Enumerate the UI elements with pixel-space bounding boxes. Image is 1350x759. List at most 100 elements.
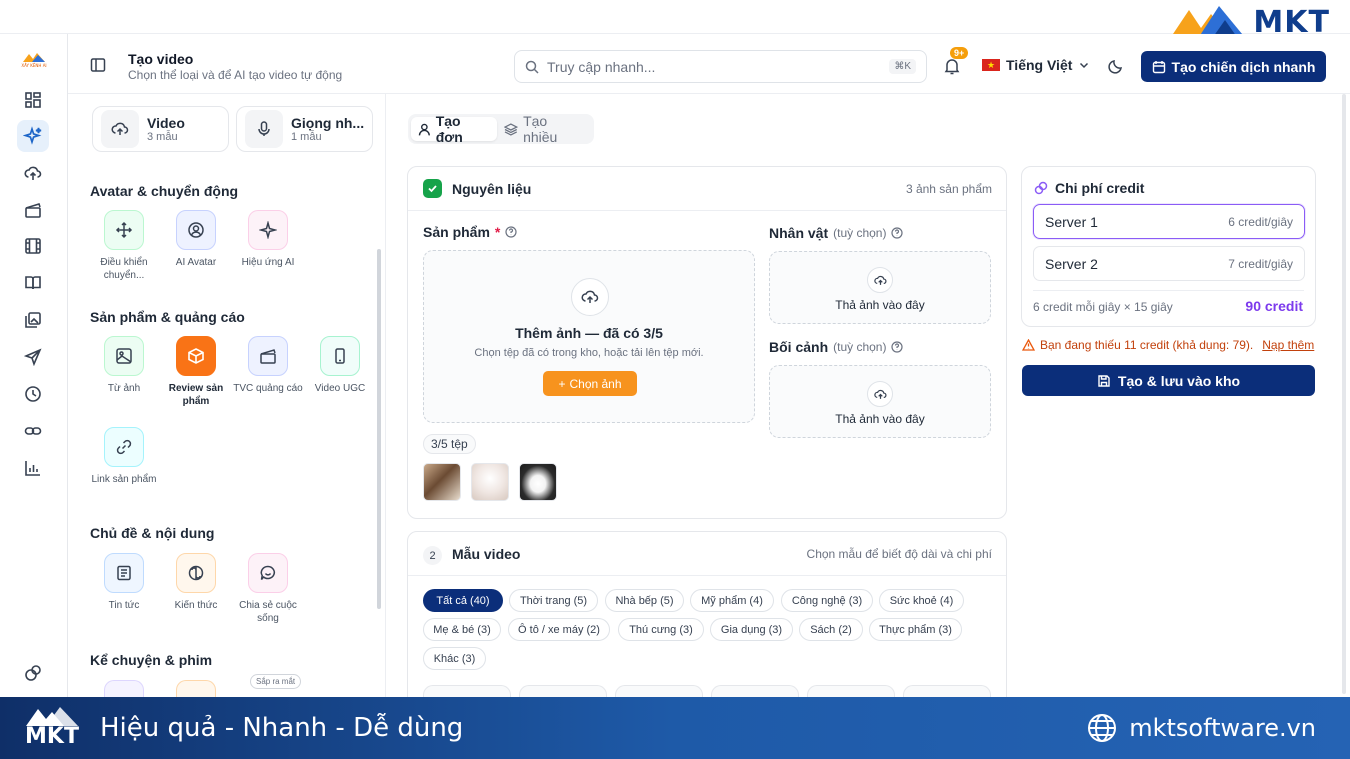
materials-title: Nguyên liệu [452,181,532,197]
filter-chip[interactable]: Công nghệ (3) [781,589,873,612]
filter-chip[interactable]: Gia dụng (3) [710,618,793,641]
tool-label: Tin tức [108,600,140,611]
dashboard-icon[interactable] [17,84,49,116]
rail-brand: XÂY KÊNH AI [14,52,54,72]
gallery-icon[interactable] [17,304,49,336]
clock-icon[interactable] [17,378,49,410]
tab-single[interactable]: Tạo đơn [411,113,498,145]
search-placeholder: Truy cập nhanh... [547,58,656,75]
left-scrollbar[interactable] [377,249,381,609]
tool-news[interactable]: Tin tức [89,553,159,612]
link-icon [1034,181,1048,195]
credit-warning: Bạn đang thiếu 11 credit (khả dụng: 79).… [1022,338,1314,352]
rail-brand-icon [23,53,45,62]
send-icon[interactable] [17,341,49,373]
sparkle-icon[interactable] [17,120,49,152]
chevron-down-icon [1080,62,1089,69]
product-label: Sản phẩm * [423,224,517,240]
tool-ai-effects[interactable]: Hiệu ứng AI [233,210,303,269]
step-number: 2 [423,546,442,565]
tool-tvc[interactable]: TVC quảng cáo [233,336,303,395]
product-thumbnail[interactable] [519,463,557,501]
tool-motion-control[interactable]: Điều khiển chuyển... [89,210,159,282]
help-icon [505,226,517,238]
tab-multiple[interactable]: Tạo nhiều [497,113,591,145]
sidebar-toggle-icon[interactable] [90,57,106,78]
create-save-button[interactable]: Tạo & lưu vào kho [1022,365,1315,396]
tool-product-review[interactable]: Review sản phẩm [161,336,231,408]
sparkle-icon [248,210,288,250]
support-icon[interactable] [17,657,49,689]
tool-from-image[interactable]: Từ ảnh [89,336,159,395]
tool-ai-avatar[interactable]: AI Avatar [161,210,231,269]
dropzone-title: Thêm ảnh — đã có 3/5 [515,325,663,341]
upload-cloud-icon[interactable] [17,157,49,189]
background-dropzone[interactable]: Thả ảnh vào đây [769,365,991,438]
icon-rail: XÂY KÊNH AI [0,34,68,697]
tool-knowledge[interactable]: Kiến thức [161,553,231,612]
file-count-badge: 3/5 tệp [423,434,476,454]
clapper-icon[interactable] [17,194,49,226]
filter-chip[interactable]: Thời trang (5) [509,589,598,612]
filter-chip[interactable]: Mỹ phẩm (4) [690,589,774,612]
character-dropzone[interactable]: Thả ảnh vào đây [769,251,991,324]
templates-header: 2 Mẫu video Chọn mẫu để biết độ dài và c… [408,532,1006,576]
tool-product-link[interactable]: Link sản phẩm [89,427,159,486]
tool-label: Chia sẻ cuộc sống [239,600,297,624]
materials-card: Nguyên liệu 3 ảnh sản phẩm Sản phẩm * Th… [407,166,1007,519]
moon-icon[interactable] [1108,58,1124,79]
topup-link[interactable]: Nạp thêm [1262,338,1314,352]
server-option-1[interactable]: Server 1 6 credit/giây [1033,204,1305,239]
section-title: Chủ đề & nội dung [90,525,215,541]
filter-chip[interactable]: Tất cả (40) [423,589,503,612]
footer-website: mktsoftware.vn [1087,713,1316,743]
choose-image-button[interactable]: + Chọn ảnh [543,371,637,396]
server-price: 7 credit/giây [1228,256,1293,271]
filter-chip[interactable]: Thực phẩm (3) [869,618,962,641]
film-icon[interactable] [17,230,49,262]
tab-label: Tạo nhiều [523,113,558,145]
filter-chip[interactable]: Sách (2) [799,618,863,641]
story-tool-partial[interactable] [104,680,144,697]
footer-website-text: mktsoftware.vn [1129,714,1316,742]
category-card-voice[interactable]: Giọng nh... 1 mẫu [236,106,373,152]
tool-label: AI Avatar [175,257,217,268]
server-price: 6 credit/giây [1228,214,1293,229]
tool-ugc[interactable]: Video UGC [305,336,375,395]
optional-note: (tuỳ chọn) [833,226,887,240]
vietnam-flag-icon: ★ [982,59,1000,71]
calendar-icon [1152,60,1165,73]
filter-chip[interactable]: Sức khoẻ (4) [879,589,964,612]
story-tool-partial[interactable] [176,680,216,697]
main-scrollbar[interactable] [1342,94,1346,694]
clapper-icon [248,336,288,376]
product-dropzone[interactable]: Thêm ảnh — đã có 3/5 Chọn tệp đã có tron… [423,250,755,423]
footer-logo: MKT [24,705,80,748]
server-option-2[interactable]: Server 2 7 credit/giây [1033,246,1305,281]
link-icon[interactable] [17,415,49,447]
filter-chip[interactable]: Khác (3) [423,647,486,670]
language-select[interactable]: ★ Tiếng Việt [982,57,1090,73]
rail-brand-text: XÂY KÊNH AI [21,63,47,68]
filter-chip[interactable]: Nhà bếp (5) [605,589,684,612]
credit-title: Chi phí credit [1034,180,1144,196]
credit-formula: 6 credit mỗi giây × 15 giây [1033,300,1173,314]
credit-title-text: Chi phí credit [1055,180,1145,196]
product-thumbnail[interactable] [423,463,461,501]
book-icon[interactable] [17,267,49,299]
search-input[interactable]: Truy cập nhanh... ⌘K [514,50,927,83]
header: Tạo video Chọn thể loại và để AI tạo vid… [68,34,1350,94]
filter-chip[interactable]: Thú cưng (3) [618,618,704,641]
bell-icon[interactable] [944,58,960,80]
filter-chip[interactable]: Mẹ & bé (3) [423,618,501,641]
category-card-video[interactable]: Video 3 mẫu [92,106,229,152]
tool-life-share[interactable]: Chia sẻ cuộc sống [233,553,303,625]
coming-soon-badge: Sắp ra mắt [250,674,302,689]
filter-chip[interactable]: Ô tô / xe máy (2) [508,618,610,641]
category-count: 1 mẫu [291,131,322,143]
product-thumbnail[interactable] [471,463,509,501]
chart-bar-icon[interactable] [17,452,49,484]
tool-label: Review sản phẩm [168,383,224,407]
tool-label: Từ ảnh [107,383,141,394]
quick-campaign-button[interactable]: Tạo chiến dịch nhanh [1141,51,1326,82]
